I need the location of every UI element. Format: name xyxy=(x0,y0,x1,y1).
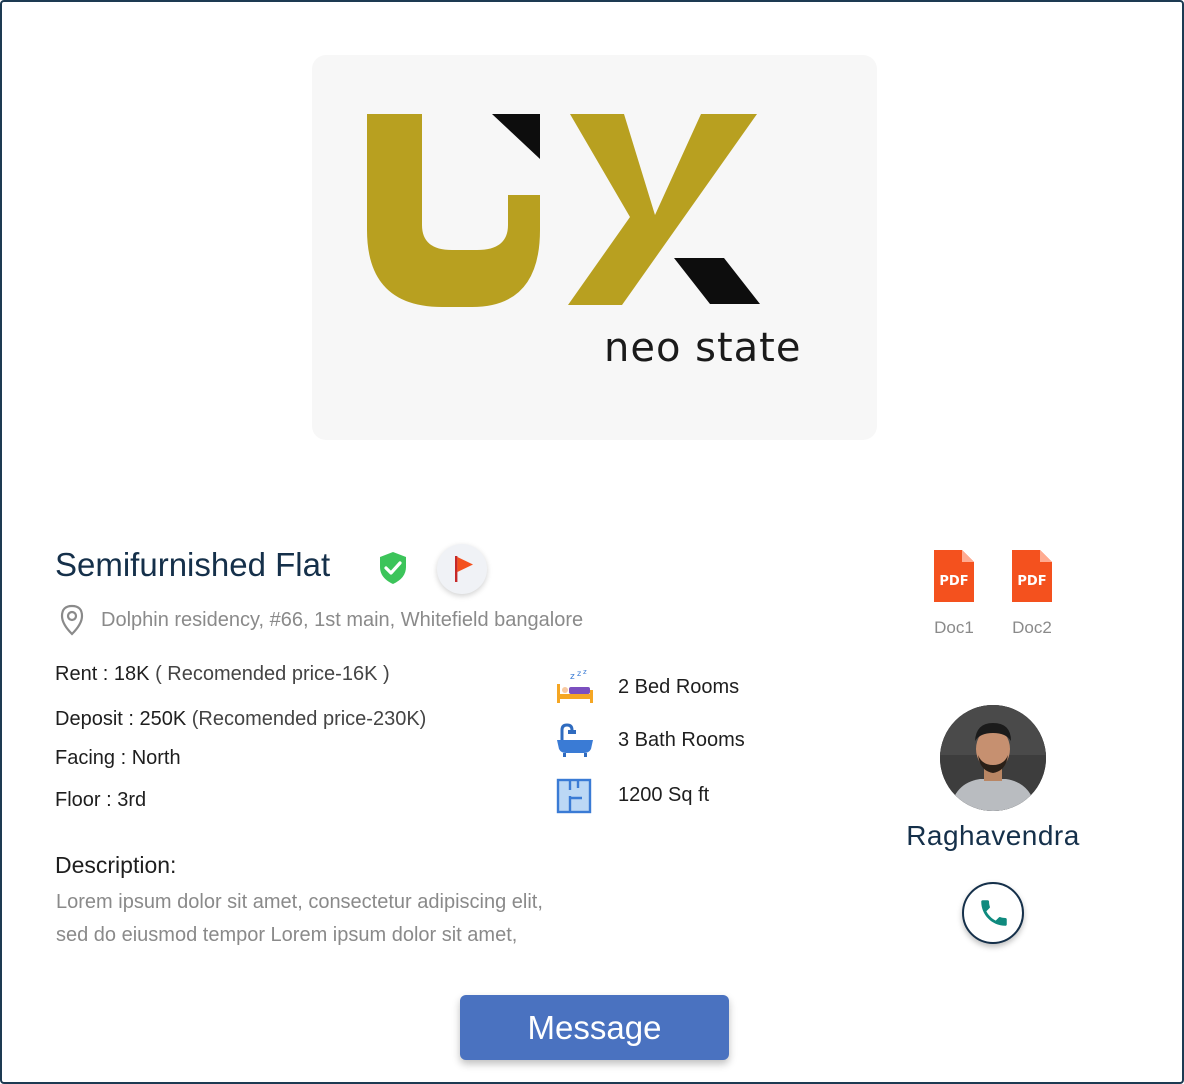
bedrooms-label: 2 Bed Rooms xyxy=(618,676,740,698)
deposit-detail: Deposit : 250K (Recomended price-230K) xyxy=(55,708,426,731)
floor-plan-icon xyxy=(556,778,592,819)
pdf-icon: PDF xyxy=(934,550,974,602)
description-heading: Description: xyxy=(55,852,177,878)
pdf-icon: PDF xyxy=(1012,550,1052,602)
description-text: Lorem ipsum dolor sit amet, consectetur … xyxy=(56,886,656,952)
rent-value: Rent : 18K xyxy=(55,663,150,685)
description-line: Lorem ipsum dolor sit amet, consectetur … xyxy=(56,891,543,913)
document-label: Doc1 xyxy=(934,618,974,637)
logo-card: neo state xyxy=(312,55,877,440)
listing-card: neo state Semifurnished Flat Dolphin res… xyxy=(0,0,1184,1084)
floor-detail: Floor : 3rd xyxy=(55,789,147,811)
document-doc2[interactable]: PDF Doc2 xyxy=(1002,548,1062,638)
document-doc1[interactable]: PDF Doc1 xyxy=(924,548,984,638)
svg-text:PDF: PDF xyxy=(939,574,968,589)
location-pin-icon xyxy=(59,604,85,641)
svg-text:z: z xyxy=(570,672,575,682)
listing-address: Dolphin residency, #66, 1st main, Whitef… xyxy=(101,609,584,631)
bed-icon: z z z xyxy=(556,668,594,709)
facing-detail: Facing : North xyxy=(55,747,181,769)
phone-icon xyxy=(981,900,1007,926)
document-label: Doc2 xyxy=(1012,618,1052,637)
message-button[interactable]: Message xyxy=(460,995,729,1060)
area-label: 1200 Sq ft xyxy=(618,784,710,806)
svg-text:z: z xyxy=(583,670,587,676)
call-button[interactable] xyxy=(962,882,1024,944)
flag-icon xyxy=(455,556,473,582)
ux-logo-icon xyxy=(367,114,760,307)
bathrooms-label: 3 Bath Rooms xyxy=(618,729,745,751)
rent-detail: Rent : 18K ( Recomended price-16K ) xyxy=(55,663,390,686)
owner-name: Raghavendra xyxy=(906,820,1080,851)
bathtub-icon xyxy=(556,722,594,763)
svg-text:z: z xyxy=(577,670,581,678)
deposit-recommended: (Recomended price-230K) xyxy=(191,708,427,730)
svg-text:PDF: PDF xyxy=(1017,574,1046,589)
logo-tagline: neo state xyxy=(604,325,802,371)
description-line: sed do eiusmod tempor Lorem ipsum dolor … xyxy=(56,924,518,946)
deposit-value: Deposit : 250K xyxy=(55,708,187,730)
listing-title: Semifurnished Flat xyxy=(55,546,331,583)
rent-recommended: ( Recomended price-16K ) xyxy=(155,663,390,685)
report-flag-button[interactable] xyxy=(437,544,487,594)
shield-check-icon xyxy=(377,550,409,591)
owner-avatar xyxy=(940,705,1046,811)
